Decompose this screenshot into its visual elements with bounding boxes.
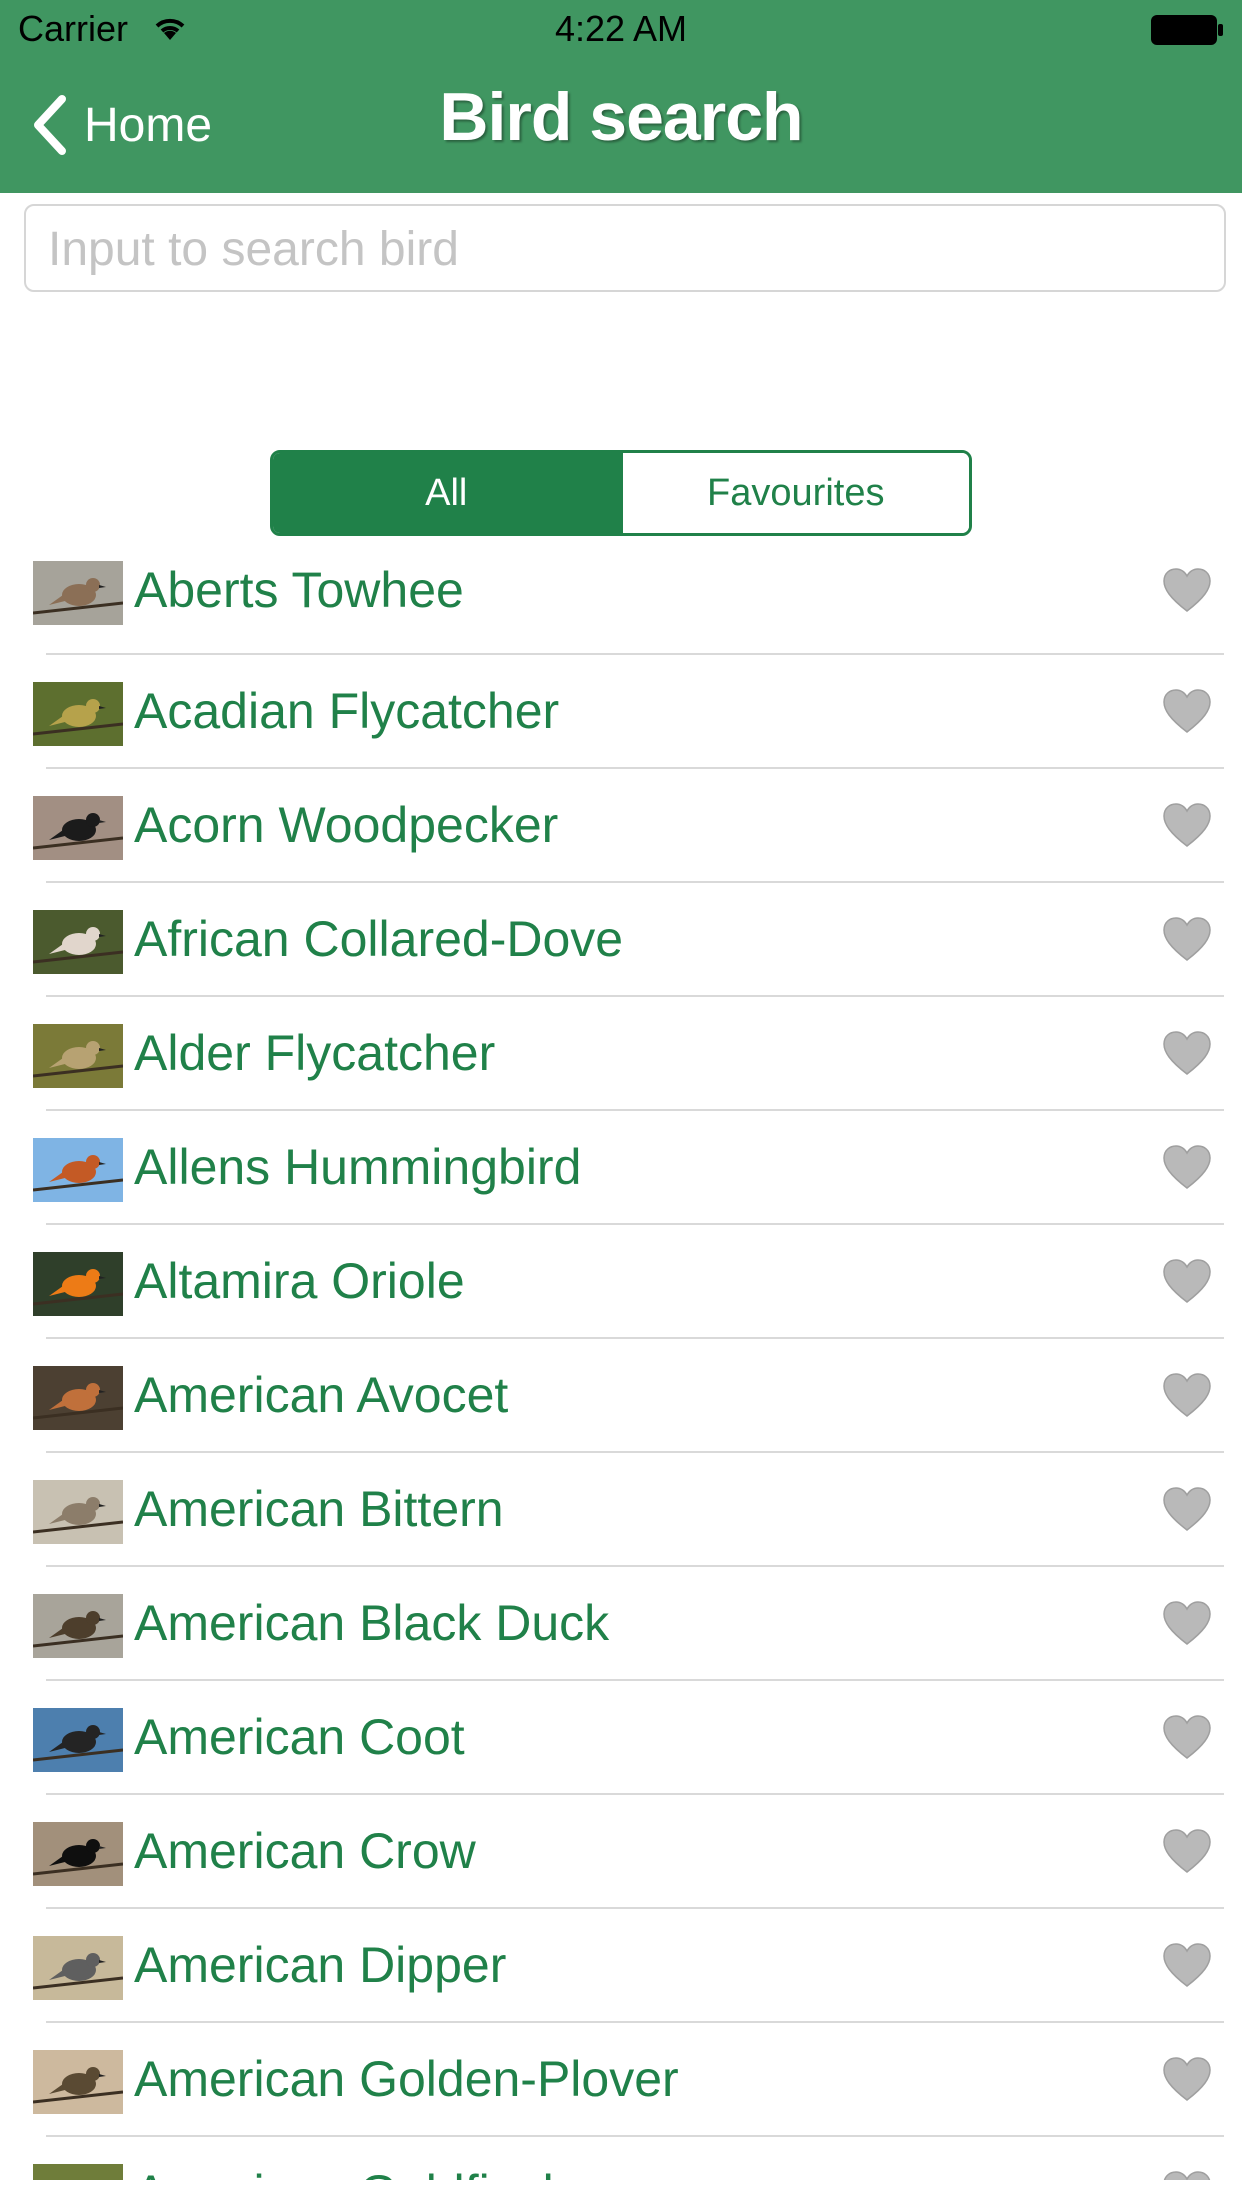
favourite-heart-icon[interactable] [1162,567,1212,613]
bird-thumbnail [33,1366,123,1430]
bird-name: Alder Flycatcher [134,1025,496,1081]
list-item[interactable]: American Goldfinch [0,2137,1242,2180]
bird-thumbnail [33,1708,123,1772]
favourite-heart-icon[interactable] [1162,802,1212,848]
bird-thumbnail [33,2164,123,2180]
search-field[interactable] [24,204,1226,292]
favourite-heart-icon[interactable] [1162,2056,1212,2102]
navigation-header: Carrier 4:22 AM Home Bird search [0,0,1242,193]
bird-name: Allens Hummingbird [134,1139,582,1195]
list-item[interactable]: American Black Duck [0,1567,1242,1681]
bird-name: Altamira Oriole [134,1253,465,1309]
list-item[interactable]: Aberts Towhee [0,553,1242,655]
page-title: Bird search [439,79,803,155]
list-item[interactable]: Allens Hummingbird [0,1111,1242,1225]
bird-name: American Golden-Plover [134,2051,679,2107]
list-item[interactable]: American Crow [0,1795,1242,1909]
favourite-heart-icon[interactable] [1162,1372,1212,1418]
bird-thumbnail [33,1480,123,1544]
segment-favourites[interactable]: Favourites [619,453,969,533]
list-item[interactable]: Alder Flycatcher [0,997,1242,1111]
favourite-heart-icon[interactable] [1162,2170,1212,2180]
list-item[interactable]: American Golden-Plover [0,2023,1242,2137]
favourite-heart-icon[interactable] [1162,1486,1212,1532]
favourite-heart-icon[interactable] [1162,1942,1212,1988]
bird-name: American Dipper [134,1937,507,1993]
bird-name: American Black Duck [134,1595,610,1651]
list-item[interactable]: American Avocet [0,1339,1242,1453]
bird-thumbnail [33,1594,123,1658]
list-item[interactable]: Acadian Flycatcher [0,655,1242,769]
bird-name: Acorn Woodpecker [134,797,559,853]
search-input[interactable] [46,206,1200,292]
bird-list: Aberts Towhee Acadian Flycatcher Acorn Woo… [0,553,1242,2180]
bird-thumbnail [33,796,123,860]
list-item[interactable]: American Coot [0,1681,1242,1795]
bird-thumbnail [33,910,123,974]
bird-name: American Coot [134,1709,465,1765]
status-bar: Carrier 4:22 AM [0,0,1242,60]
bird-name: American Crow [134,1823,476,1879]
favourite-heart-icon[interactable] [1162,1144,1212,1190]
bird-thumbnail [33,1822,123,1886]
bird-name: American Goldfinch [134,2164,570,2180]
bird-thumbnail [33,1936,123,2000]
bird-thumbnail [33,1138,123,1202]
list-item[interactable]: African Collared-Dove [0,883,1242,997]
favourite-heart-icon[interactable] [1162,1030,1212,1076]
favourite-heart-icon[interactable] [1162,1714,1212,1760]
clock: 4:22 AM [554,8,688,49]
battery-icon [1151,15,1223,45]
bird-thumbnail [33,2050,123,2114]
list-item[interactable]: Acorn Woodpecker [0,769,1242,883]
bird-name: Acadian Flycatcher [134,683,560,739]
list-item[interactable]: American Dipper [0,1909,1242,2023]
bird-thumbnail [33,682,123,746]
bird-name: Aberts Towhee [134,562,464,618]
bird-name: American Avocet [134,1367,509,1423]
favourite-heart-icon[interactable] [1162,1258,1212,1304]
favourite-heart-icon[interactable] [1162,916,1212,962]
bird-name: African Collared-Dove [134,911,624,967]
list-item[interactable]: American Bittern [0,1453,1242,1567]
segment-all[interactable]: All [273,453,620,533]
filter-segmented-control: All Favourites [270,450,972,536]
bird-thumbnail [33,1252,123,1316]
bird-thumbnail [33,1024,123,1088]
favourite-heart-icon[interactable] [1162,1828,1212,1874]
bird-thumbnail [33,561,123,625]
bird-search-screen: Carrier 4:22 AM Home Bird search All Fav… [0,0,1242,2208]
list-item[interactable]: Altamira Oriole [0,1225,1242,1339]
favourite-heart-icon[interactable] [1162,1600,1212,1646]
bird-name: American Bittern [134,1481,504,1537]
favourite-heart-icon[interactable] [1162,688,1212,734]
